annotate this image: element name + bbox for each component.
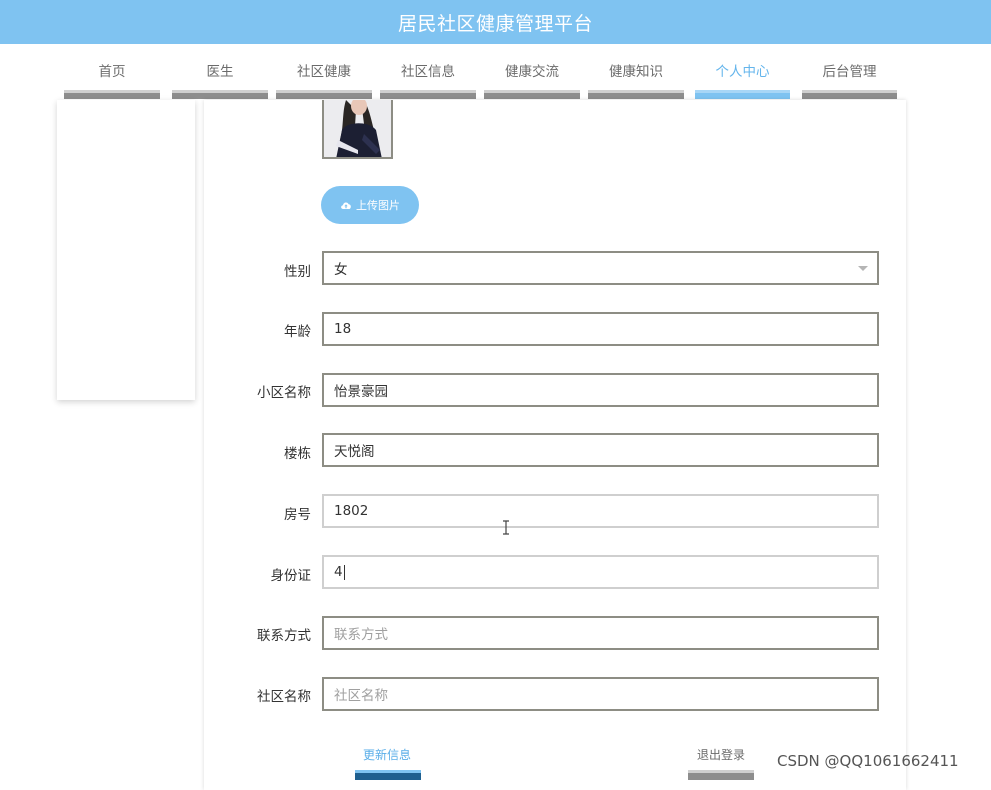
avatar-photo [324, 100, 391, 157]
room-number-label: 房号 [284, 507, 311, 523]
building-label: 楼栋 [284, 446, 311, 462]
community-name-input[interactable]: 社区名称 [322, 677, 879, 711]
nav-label: 健康交流 [505, 64, 559, 80]
side-menu-panel [57, 100, 195, 400]
nav-underline [484, 90, 580, 99]
age-value: 18 [334, 321, 352, 337]
nav-item-community-health[interactable]: 社区健康 [276, 44, 372, 100]
id-card-value: 4 [334, 564, 343, 580]
avatar [322, 100, 393, 159]
nav-underline [695, 90, 790, 99]
nav-label: 健康知识 [609, 64, 663, 80]
logout-button[interactable]: 退出登录 [697, 746, 745, 763]
site-title: 居民社区健康管理平台 [397, 12, 593, 35]
nav-underline [802, 90, 897, 99]
room-number-value: 1802 [334, 503, 369, 519]
nav-label: 首页 [98, 64, 126, 80]
nav-item-health-knowledge[interactable]: 健康知识 [588, 44, 684, 100]
gender-value: 女 [334, 262, 348, 278]
building-input[interactable]: 天悦阁 [322, 433, 879, 467]
nav-item-admin[interactable]: 后台管理 [802, 44, 897, 100]
nav-underline [380, 90, 476, 99]
top-header: 居民社区健康管理平台 [0, 0, 991, 44]
id-card-label: 身份证 [270, 568, 312, 584]
upload-image-button[interactable]: 上传图片 [321, 186, 419, 224]
nav-item-community-info[interactable]: 社区信息 [380, 44, 476, 100]
nav-item-doctor[interactable]: 医生 [172, 44, 268, 100]
chevron-down-icon [858, 266, 868, 271]
nav-underline [172, 90, 268, 99]
update-info-button[interactable]: 更新信息 [363, 746, 411, 763]
text-cursor-icon [503, 520, 509, 535]
estate-name-input[interactable]: 怡景豪园 [322, 373, 879, 407]
contact-input[interactable]: 联系方式 [322, 616, 879, 650]
cloud-upload-icon [341, 202, 351, 209]
room-number-input[interactable]: 1802 [322, 494, 879, 528]
text-caret [343, 564, 345, 580]
nav-label: 社区健康 [297, 64, 351, 80]
nav-item-home[interactable]: 首页 [64, 44, 160, 100]
gender-label: 性别 [284, 264, 311, 280]
contact-label: 联系方式 [257, 628, 311, 644]
watermark: CSDN @QQ1061662411 [777, 752, 959, 770]
building-value: 天悦阁 [334, 444, 375, 460]
nav-label: 社区信息 [401, 64, 455, 80]
nav-underline [588, 90, 684, 99]
estate-name-label: 小区名称 [257, 385, 311, 401]
age-label: 年龄 [284, 324, 311, 340]
nav-item-health-exchange[interactable]: 健康交流 [484, 44, 580, 100]
age-input[interactable]: 18 [322, 312, 879, 346]
upload-image-label: 上传图片 [356, 199, 400, 212]
main-nav: 首页 医生 社区健康 社区信息 健康交流 健康知识 个人中心 后台管理 [0, 44, 991, 100]
nav-label: 医生 [206, 64, 234, 80]
contact-placeholder: 联系方式 [334, 627, 388, 643]
gender-select[interactable]: 女 [322, 251, 879, 285]
community-name-placeholder: 社区名称 [334, 688, 388, 704]
nav-underline [276, 90, 372, 99]
nav-underline [64, 90, 160, 99]
nav-label: 后台管理 [822, 64, 877, 80]
id-card-input[interactable]: 4 [322, 555, 879, 589]
nav-label: 个人中心 [715, 64, 770, 80]
estate-name-value: 怡景豪园 [334, 384, 388, 400]
nav-item-personal-center[interactable]: 个人中心 [695, 44, 790, 100]
community-name-label: 社区名称 [257, 689, 311, 705]
